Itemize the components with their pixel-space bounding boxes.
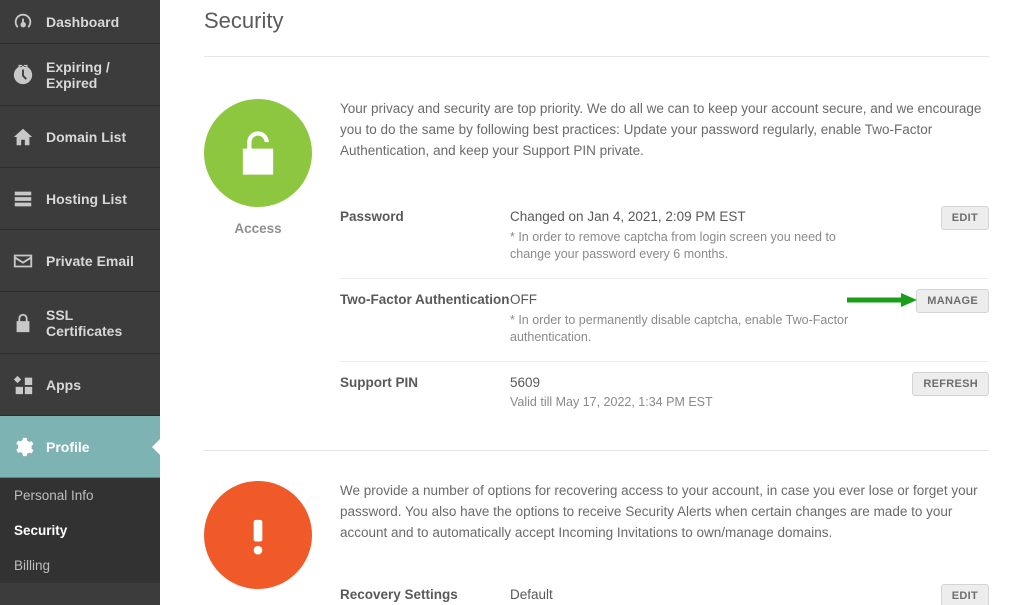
apps-icon [12, 374, 34, 396]
row-recovery-settings: Recovery Settings Default EDIT [340, 574, 989, 605]
edit-recovery-button[interactable]: EDIT [941, 584, 989, 605]
main-content: Security Access Your privacy and securit… [160, 0, 1015, 605]
gauge-icon [12, 11, 34, 33]
sub-item-personal-info[interactable]: Personal Info [0, 478, 160, 513]
sidebar-item-label: Profile [46, 439, 90, 455]
section-recovery: Recovery & Alerts We provide a number of… [204, 451, 989, 605]
profile-submenu: Personal Info Security Billing [0, 478, 160, 583]
manage-twofa-button[interactable]: MANAGE [916, 289, 989, 313]
sidebar-item-label: Apps [46, 377, 81, 393]
sidebar-item-apps[interactable]: Apps [0, 354, 160, 416]
sidebar: Dashboard Expiring / Expired Domain List… [0, 0, 160, 605]
envelope-icon [12, 250, 34, 272]
unlock-icon [204, 99, 312, 207]
access-intro: Your privacy and security are top priori… [340, 99, 989, 162]
row-support-pin: Support PIN 5609 Valid till May 17, 2022… [340, 362, 989, 426]
section-badge-label: Access [204, 221, 312, 236]
sidebar-item-label: Dashboard [46, 14, 119, 30]
gear-icon [12, 436, 34, 458]
sidebar-item-dashboard[interactable]: Dashboard [0, 0, 160, 44]
sub-item-billing[interactable]: Billing [0, 548, 160, 583]
sidebar-item-hosting-list[interactable]: Hosting List [0, 168, 160, 230]
sidebar-item-label: Expiring / Expired [46, 59, 148, 91]
server-icon [12, 188, 34, 210]
section-access: Access Your privacy and security are top… [204, 57, 989, 450]
sub-item-security[interactable]: Security [0, 513, 160, 548]
row-label: Recovery Settings [340, 586, 510, 605]
clock-icon [12, 64, 34, 86]
row-label: Two-Factor Authentication [340, 291, 510, 310]
home-icon [12, 126, 34, 148]
row-label: Support PIN [340, 374, 510, 393]
sidebar-item-label: Hosting List [46, 191, 127, 207]
row-label: Password [340, 208, 510, 227]
sidebar-item-domain-list[interactable]: Domain List [0, 106, 160, 168]
sidebar-item-label: SSL Certificates [46, 307, 148, 339]
sidebar-item-label: Domain List [46, 129, 126, 145]
row-password: Password Changed on Jan 4, 2021, 2:09 PM… [340, 196, 989, 279]
recovery-intro: We provide a number of options for recov… [340, 481, 989, 544]
row-twofa: Two-Factor Authentication OFF * In order… [340, 279, 989, 362]
sidebar-item-private-email[interactable]: Private Email [0, 230, 160, 292]
page-title: Security [204, 8, 989, 34]
sidebar-item-expiring[interactable]: Expiring / Expired [0, 44, 160, 106]
refresh-pin-button[interactable]: REFRESH [912, 372, 989, 396]
alert-icon [204, 481, 312, 589]
edit-password-button[interactable]: EDIT [941, 206, 989, 230]
row-value: Changed on Jan 4, 2021, 2:09 PM EST * In… [510, 208, 989, 264]
lock-icon [12, 312, 34, 334]
row-value: Default [510, 586, 989, 605]
sidebar-item-ssl[interactable]: SSL Certificates [0, 292, 160, 354]
sidebar-item-label: Private Email [46, 253, 134, 269]
sidebar-item-profile[interactable]: Profile [0, 416, 160, 478]
